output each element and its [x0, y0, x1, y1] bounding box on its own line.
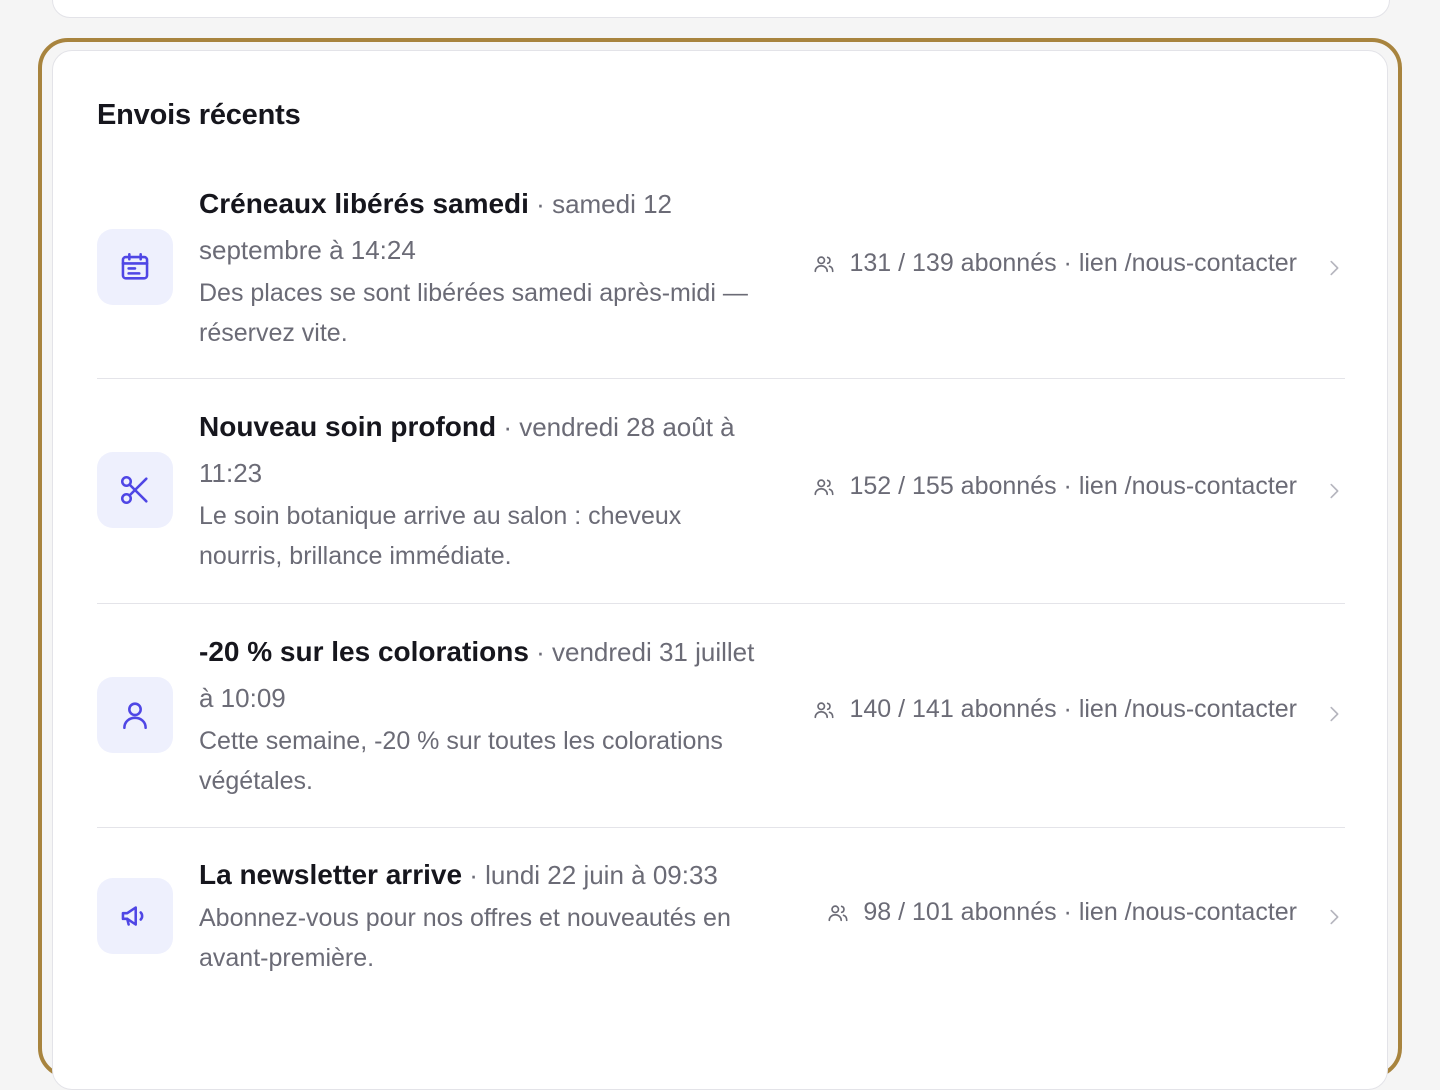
- send-item-separator: ·: [528, 189, 553, 219]
- send-item-title: Nouveau soin profond: [199, 411, 497, 442]
- send-item-text: Créneaux libérés samedi · samedi 12 sept…: [199, 181, 769, 353]
- send-item-title: -20 % sur les colorations: [199, 636, 529, 667]
- send-item-description: Cette semaine, -20 % sur toutes les colo…: [199, 727, 723, 795]
- chevron-right-icon[interactable]: [1323, 906, 1345, 928]
- send-item[interactable]: -20 % sur les colorations · vendredi 31 …: [97, 629, 1345, 805]
- send-item[interactable]: Créneaux libérés samedi · samedi 12 sept…: [97, 181, 1345, 357]
- divider: [97, 378, 1345, 379]
- send-item-icon-box: [97, 229, 173, 305]
- divider: [97, 603, 1345, 604]
- send-item-description: Abonnez-vous pour nos offres et nouveaut…: [199, 904, 731, 972]
- megaphone-icon: [121, 906, 144, 926]
- send-item-stats: 152 / 155 abonnés · lien /nous-contacter: [813, 472, 1297, 501]
- section-title: Envois récents: [97, 99, 301, 131]
- send-item-stats-text: 152 / 155 abonnés · lien /nous-contacter: [849, 472, 1297, 500]
- users-icon: [814, 255, 835, 272]
- users-icon: [814, 478, 835, 495]
- send-item-headline: -20 % sur les colorations · vendredi 31 …: [199, 629, 769, 721]
- previous-card: [52, 0, 1390, 18]
- send-item-stats-text: 140 / 141 abonnés · lien /nous-contacter: [849, 695, 1297, 723]
- chevron-right-icon[interactable]: [1323, 480, 1345, 502]
- send-item-description: Le soin botanique arrive au salon : chev…: [199, 502, 682, 570]
- send-item[interactable]: La newsletter arrive · lundi 22 juin à 0…: [97, 852, 1345, 988]
- send-item-stats: 140 / 141 abonnés · lien /nous-contacter: [813, 695, 1297, 724]
- send-item-date: lundi 22 juin à 09:33: [485, 860, 718, 890]
- chevron-right-icon[interactable]: [1323, 703, 1345, 725]
- send-item-title: Créneaux libérés samedi: [199, 188, 529, 219]
- scissors-icon: [120, 475, 148, 505]
- send-item-separator: ·: [496, 412, 520, 442]
- send-item-separator: ·: [528, 637, 552, 667]
- send-item-headline: Nouveau soin profond · vendredi 28 août …: [199, 404, 769, 496]
- send-item-stats-text: 98 / 101 abonnés · lien /nous-contacter: [863, 898, 1297, 926]
- users-icon: [828, 904, 848, 921]
- send-item-headline: La newsletter arrive · lundi 22 juin à 0…: [199, 852, 769, 898]
- send-item-text: Nouveau soin profond · vendredi 28 août …: [199, 404, 769, 576]
- chevron-right-icon[interactable]: [1323, 257, 1345, 279]
- divider: [97, 827, 1345, 828]
- user-icon: [123, 702, 147, 730]
- send-item-headline: Créneaux libérés samedi · samedi 12 sept…: [199, 181, 769, 273]
- send-item-description: Des places se sont libérées samedi après…: [199, 279, 748, 347]
- send-item-stats: 98 / 101 abonnés · lien /nous-contacter: [827, 898, 1297, 927]
- send-item-separator: ·: [462, 860, 486, 890]
- calendar-icon: [121, 252, 149, 280]
- send-item-stats: 131 / 139 abonnés · lien /nous-contacter: [813, 249, 1297, 278]
- users-icon: [814, 701, 835, 718]
- send-item-text: La newsletter arrive · lundi 22 juin à 0…: [199, 852, 769, 978]
- recent-sends-card: Envois récents Créneaux libérés samedi ·…: [52, 50, 1388, 1090]
- send-item-text: -20 % sur les colorations · vendredi 31 …: [199, 629, 769, 801]
- send-item-title: La newsletter arrive: [199, 859, 463, 890]
- send-item-icon-box: [97, 677, 173, 753]
- send-item-stats-text: 131 / 139 abonnés · lien /nous-contacter: [849, 249, 1297, 277]
- send-item[interactable]: Nouveau soin profond · vendredi 28 août …: [97, 404, 1345, 580]
- send-item-icon-box: [97, 452, 173, 528]
- send-item-icon-box: [97, 878, 173, 954]
